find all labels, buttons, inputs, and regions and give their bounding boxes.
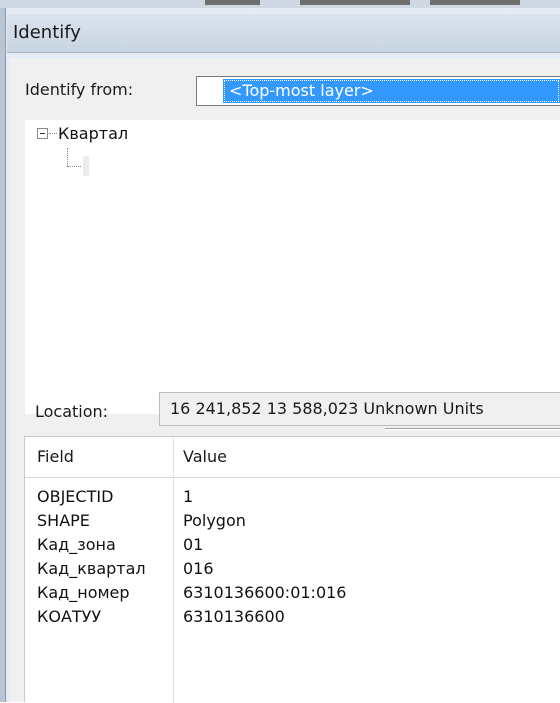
value-cell: 1 — [183, 487, 194, 506]
tree-child-feature[interactable] — [83, 156, 89, 176]
field-cell: Кад_номер — [37, 583, 130, 602]
value-cell: Polygon — [183, 511, 246, 530]
minus-box-icon[interactable] — [37, 128, 48, 139]
tree-node-kvartal[interactable]: Квартал — [58, 124, 128, 143]
field-cell: OBJECTID — [37, 487, 114, 506]
table-row[interactable]: Кад_зона 01 — [25, 533, 560, 557]
location-value: 16 241,852 13 588,023 Unknown Units — [159, 392, 560, 426]
field-cell: SHAPE — [37, 511, 90, 530]
title-bar[interactable]: Identify — [7, 14, 560, 53]
identify-from-label: Identify from: — [25, 80, 134, 99]
value-cell: 016 — [183, 559, 214, 578]
value-cell: 6310136600 — [183, 607, 285, 626]
window-title: Identify — [13, 22, 81, 43]
tree-connector — [67, 166, 81, 167]
identify-from-selected-value[interactable]: <Top-most layer> — [223, 79, 560, 103]
tree-connector — [49, 133, 57, 134]
table-row[interactable]: Кад_квартал 016 — [25, 557, 560, 581]
panel-splitter[interactable] — [385, 428, 560, 430]
field-cell: Кад_зона — [37, 535, 116, 554]
column-header-field[interactable]: Field — [37, 447, 74, 466]
layer-tree[interactable]: Квартал — [25, 120, 560, 430]
table-row[interactable]: OBJECTID 1 — [25, 485, 560, 509]
identify-from-dropdown[interactable]: <Top-most layer> — [196, 76, 560, 106]
location-label: Location: — [35, 402, 109, 421]
identify-panel: Identify from: <Top-most layer> Квартал … — [9, 58, 560, 703]
attributes-grid: Field Value OBJECTID 1 SHAPE Polygon Кад… — [24, 436, 560, 703]
value-cell: 6310136600:01:016 — [183, 583, 347, 602]
table-row[interactable]: КОАТУУ 6310136600 — [25, 605, 560, 629]
table-row[interactable]: SHAPE Polygon — [25, 509, 560, 533]
tree-connector — [67, 148, 68, 166]
grid-header: Field Value — [25, 437, 560, 478]
value-cell: 01 — [183, 535, 204, 554]
field-cell: КОАТУУ — [37, 607, 102, 626]
field-cell: Кад_квартал — [37, 559, 146, 578]
table-row[interactable]: Кад_номер 6310136600:01:016 — [25, 581, 560, 605]
window-frame-edge — [0, 8, 6, 702]
column-header-value[interactable]: Value — [183, 447, 227, 466]
